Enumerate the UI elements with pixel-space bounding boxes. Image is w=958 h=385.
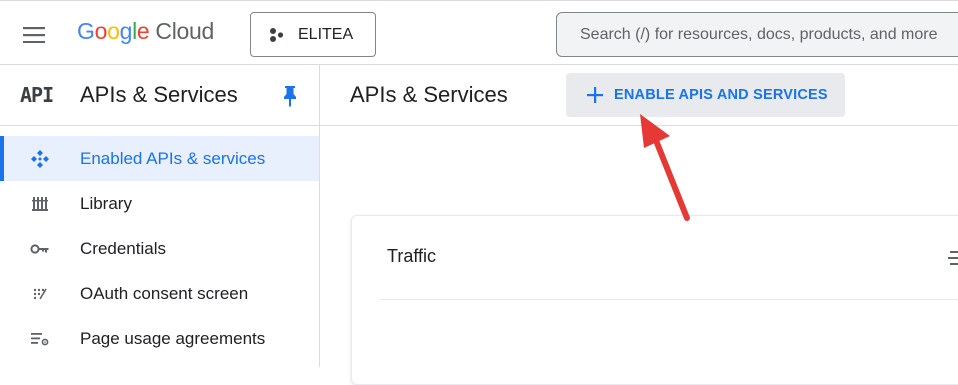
page-usage-settings-icon bbox=[28, 327, 52, 351]
sidebar-item-library[interactable]: Library bbox=[0, 181, 319, 226]
logo-letter: o bbox=[107, 18, 120, 44]
search-placeholder: Search (/) for resources, docs, products… bbox=[580, 25, 938, 43]
project-hierarchy-icon bbox=[268, 27, 284, 43]
page-title: APIs & Services bbox=[350, 82, 508, 107]
search-input[interactable]: Search (/) for resources, docs, products… bbox=[556, 12, 958, 57]
sidebar-item-enabled-apis[interactable]: Enabled APIs & services bbox=[0, 136, 319, 181]
main-header: APIs & Services ENABLE APIS AND SERVICES bbox=[320, 64, 958, 126]
traffic-card: Traffic bbox=[351, 215, 958, 385]
plus-icon bbox=[586, 86, 604, 104]
sidebar-title: APIs & Services bbox=[80, 82, 238, 107]
card-divider bbox=[380, 299, 958, 300]
sidebar-item-credentials[interactable]: Credentials bbox=[0, 226, 319, 271]
enable-apis-button[interactable]: ENABLE APIS AND SERVICES bbox=[566, 73, 845, 117]
sidebar-item-label: Enabled APIs & services bbox=[80, 148, 266, 168]
api-logo-icon: API bbox=[20, 83, 54, 107]
key-icon bbox=[28, 237, 52, 261]
logo-letter: G bbox=[77, 18, 95, 44]
google-cloud-logo[interactable]: G o o g l e Cloud bbox=[77, 18, 214, 45]
logo-letter: g bbox=[119, 18, 133, 44]
sidebar-header: API APIs & Services bbox=[0, 65, 319, 126]
sidebar-item-page-usage[interactable]: Page usage agreements bbox=[0, 316, 319, 361]
logo-letter: e bbox=[136, 18, 150, 44]
hamburger-menu-icon bbox=[23, 27, 45, 43]
sidebar-item-label: Library bbox=[80, 193, 132, 213]
sidebar: API APIs & Services Enabled APIs & servi… bbox=[0, 64, 320, 367]
card-options-icon[interactable] bbox=[948, 249, 958, 267]
main-menu-button[interactable] bbox=[14, 15, 54, 55]
sidebar-item-label: Credentials bbox=[80, 238, 166, 258]
oauth-consent-icon bbox=[28, 282, 52, 306]
sidebar-item-label: Page usage agreements bbox=[80, 328, 266, 348]
project-picker-button[interactable]: ELITEA bbox=[250, 12, 376, 57]
logo-letter: o bbox=[94, 18, 108, 44]
logo-cloud-text: Cloud bbox=[155, 18, 215, 44]
library-icon bbox=[28, 192, 52, 216]
pin-icon[interactable] bbox=[280, 85, 300, 107]
traffic-card-title: Traffic bbox=[387, 246, 437, 266]
sidebar-item-oauth-consent[interactable]: OAuth consent screen bbox=[0, 271, 319, 316]
project-name: ELITEA bbox=[298, 25, 354, 43]
enabled-apis-icon bbox=[28, 147, 52, 171]
top-app-bar: G o o g l e Cloud ELITEA Search (/) for … bbox=[0, 0, 958, 64]
enable-apis-button-label: ENABLE APIS AND SERVICES bbox=[614, 87, 828, 103]
sidebar-item-label: OAuth consent screen bbox=[80, 283, 249, 303]
red-arrow-annotation-icon bbox=[640, 114, 690, 221]
